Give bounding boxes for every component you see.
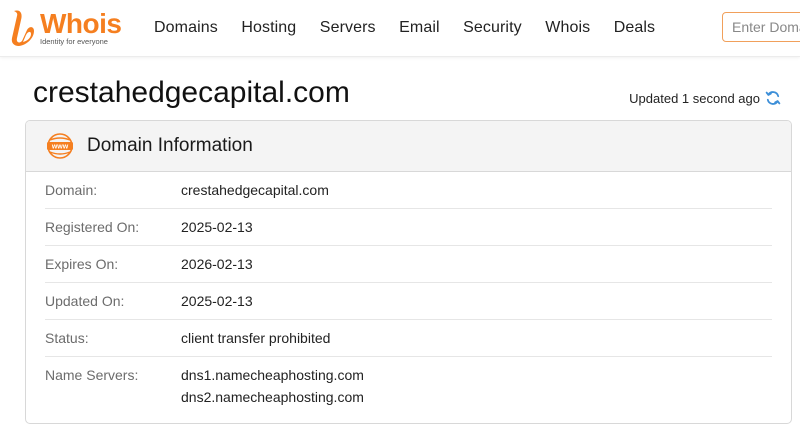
- row-name-servers: Name Servers: dns1.namecheaphosting.com …: [45, 357, 772, 408]
- row-value: 2025-02-13: [181, 293, 253, 309]
- row-label: Domain:: [45, 182, 98, 198]
- nav-whois[interactable]: Whois: [545, 19, 590, 37]
- nav-security[interactable]: Security: [463, 19, 522, 37]
- row-label: Updated On:: [45, 293, 125, 309]
- row-label: Registered On:: [45, 219, 140, 235]
- refresh-icon: [765, 91, 781, 105]
- row-expires-on: Expires On: 2026-02-13: [45, 246, 772, 283]
- card-title: Domain Information: [87, 135, 253, 156]
- page-title: crestahedgecapital.com: [33, 76, 350, 109]
- name-server: dns1.namecheaphosting.com: [181, 367, 364, 383]
- site-header: Whois Identity for everyone Domains Host…: [0, 0, 800, 57]
- domain-info-table: Domain: crestahedgecapital.com Registere…: [26, 172, 791, 408]
- row-value: crestahedgecapital.com: [181, 182, 329, 198]
- www-globe-icon: www: [45, 131, 75, 161]
- updated-text: Updated 1 second ago: [629, 90, 760, 106]
- row-value: dns1.namecheaphosting.com dns2.namecheap…: [181, 364, 364, 408]
- row-value: 2026-02-13: [181, 256, 253, 272]
- updated-status: Updated 1 second ago: [629, 90, 781, 106]
- row-status: Status: client transfer prohibited: [45, 320, 772, 357]
- logo-text: Whois: [40, 8, 122, 39]
- whois-logo-icon: [11, 10, 34, 47]
- svg-text:www: www: [51, 144, 69, 151]
- row-registered-on: Registered On: 2025-02-13: [45, 209, 772, 246]
- row-label: Name Servers:: [45, 367, 139, 383]
- name-server: dns2.namecheaphosting.com: [181, 389, 364, 405]
- domain-info-card: www Domain Information Domain: crestahed…: [25, 120, 792, 424]
- row-label: Status:: [45, 330, 89, 346]
- card-header: www Domain Information: [26, 121, 791, 172]
- row-value: 2025-02-13: [181, 219, 253, 235]
- nav-hosting[interactable]: Hosting: [241, 19, 296, 37]
- row-domain: Domain: crestahedgecapital.com: [45, 172, 772, 209]
- nav-email[interactable]: Email: [399, 19, 440, 37]
- row-label: Expires On:: [45, 256, 119, 272]
- logo-tagline: Identity for everyone: [40, 37, 108, 46]
- whois-logo[interactable]: Whois Identity for everyone: [10, 8, 130, 48]
- nav-deals[interactable]: Deals: [614, 19, 655, 37]
- refresh-button[interactable]: [765, 90, 781, 106]
- domain-search-input[interactable]: [722, 12, 800, 42]
- row-updated-on: Updated On: 2025-02-13: [45, 283, 772, 320]
- row-value: client transfer prohibited: [181, 330, 331, 346]
- nav-servers[interactable]: Servers: [320, 19, 376, 37]
- main-nav: Domains Hosting Servers Email Security W…: [154, 0, 679, 56]
- nav-domains[interactable]: Domains: [154, 19, 218, 37]
